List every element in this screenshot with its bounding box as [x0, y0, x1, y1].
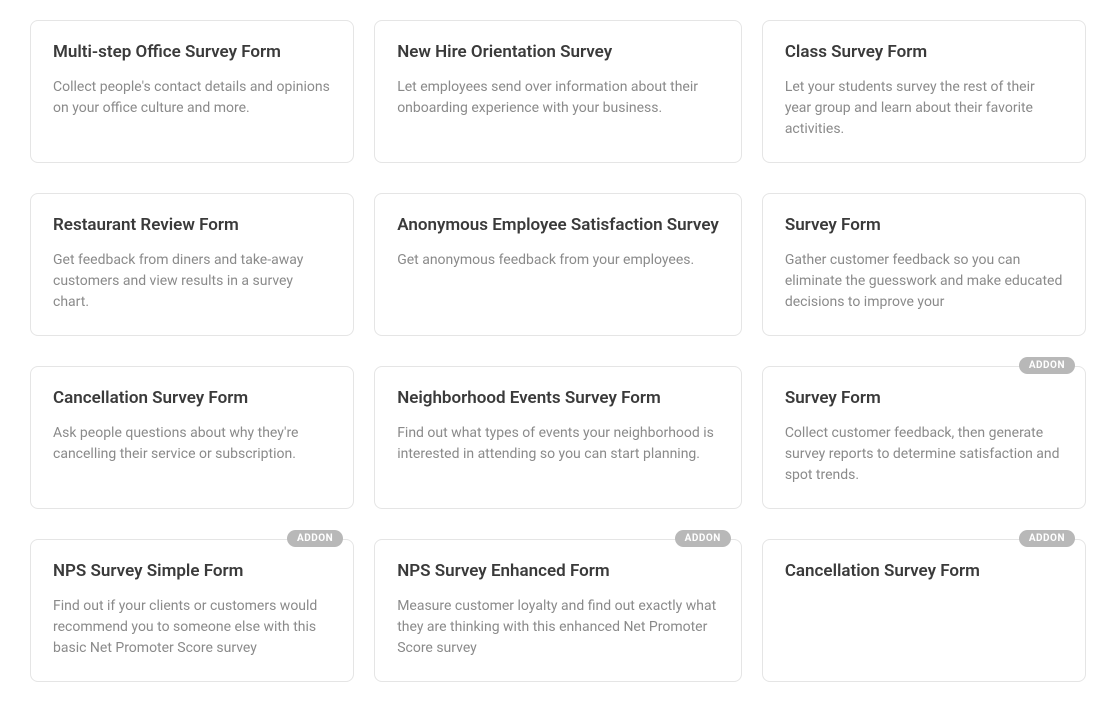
template-card[interactable]: New Hire Orientation Survey Let employee… [374, 20, 742, 163]
template-card-title: Survey Form [785, 387, 1063, 409]
template-card-title: NPS Survey Simple Form [53, 560, 331, 582]
template-card-desc: Measure customer loyalty and find out ex… [397, 596, 719, 659]
addon-badge: ADDON [675, 530, 731, 547]
template-card-desc: Collect customer feedback, then generate… [785, 423, 1063, 486]
template-card-title: Class Survey Form [785, 41, 1063, 63]
template-card-desc: Find out what types of events your neigh… [397, 423, 719, 465]
template-card-title: NPS Survey Enhanced Form [397, 560, 719, 582]
template-card-desc: Ask people questions about why they're c… [53, 423, 331, 465]
template-card-title: Cancellation Survey Form [53, 387, 331, 409]
template-card-desc: Get feedback from diners and take-away c… [53, 250, 331, 313]
addon-badge: ADDON [1019, 357, 1075, 374]
template-card[interactable]: ADDON Survey Form Collect customer feedb… [762, 366, 1086, 509]
template-card-title: Multi-step Office Survey Form [53, 41, 331, 63]
template-card[interactable]: Neighborhood Events Survey Form Find out… [374, 366, 742, 509]
template-card[interactable]: Class Survey Form Let your students surv… [762, 20, 1086, 163]
template-grid: Multi-step Office Survey Form Collect pe… [30, 20, 1086, 682]
template-card[interactable]: Anonymous Employee Satisfaction Survey G… [374, 193, 742, 336]
template-card[interactable]: Survey Form Gather customer feedback so … [762, 193, 1086, 336]
template-card-desc: Let employees send over information abou… [397, 77, 719, 119]
template-card-desc: Collect people's contact details and opi… [53, 77, 331, 119]
template-card-desc: Find out if your clients or customers wo… [53, 596, 331, 659]
template-card[interactable]: ADDON NPS Survey Simple Form Find out if… [30, 539, 354, 682]
template-card[interactable]: Cancellation Survey Form Ask people ques… [30, 366, 354, 509]
template-card-desc: Gather customer feedback so you can elim… [785, 250, 1063, 313]
template-card-desc: Get anonymous feedback from your employe… [397, 250, 719, 271]
template-card-title: Survey Form [785, 214, 1063, 236]
template-card-title: New Hire Orientation Survey [397, 41, 719, 63]
template-card[interactable]: ADDON Cancellation Survey Form [762, 539, 1086, 682]
template-card-title: Restaurant Review Form [53, 214, 331, 236]
template-card[interactable]: Multi-step Office Survey Form Collect pe… [30, 20, 354, 163]
template-card-title: Anonymous Employee Satisfaction Survey [397, 214, 719, 236]
addon-badge: ADDON [287, 530, 343, 547]
template-card[interactable]: Restaurant Review Form Get feedback from… [30, 193, 354, 336]
template-card[interactable]: ADDON NPS Survey Enhanced Form Measure c… [374, 539, 742, 682]
template-card-desc: Let your students survey the rest of the… [785, 77, 1063, 140]
template-card-title: Cancellation Survey Form [785, 560, 1063, 582]
addon-badge: ADDON [1019, 530, 1075, 547]
template-card-title: Neighborhood Events Survey Form [397, 387, 719, 409]
